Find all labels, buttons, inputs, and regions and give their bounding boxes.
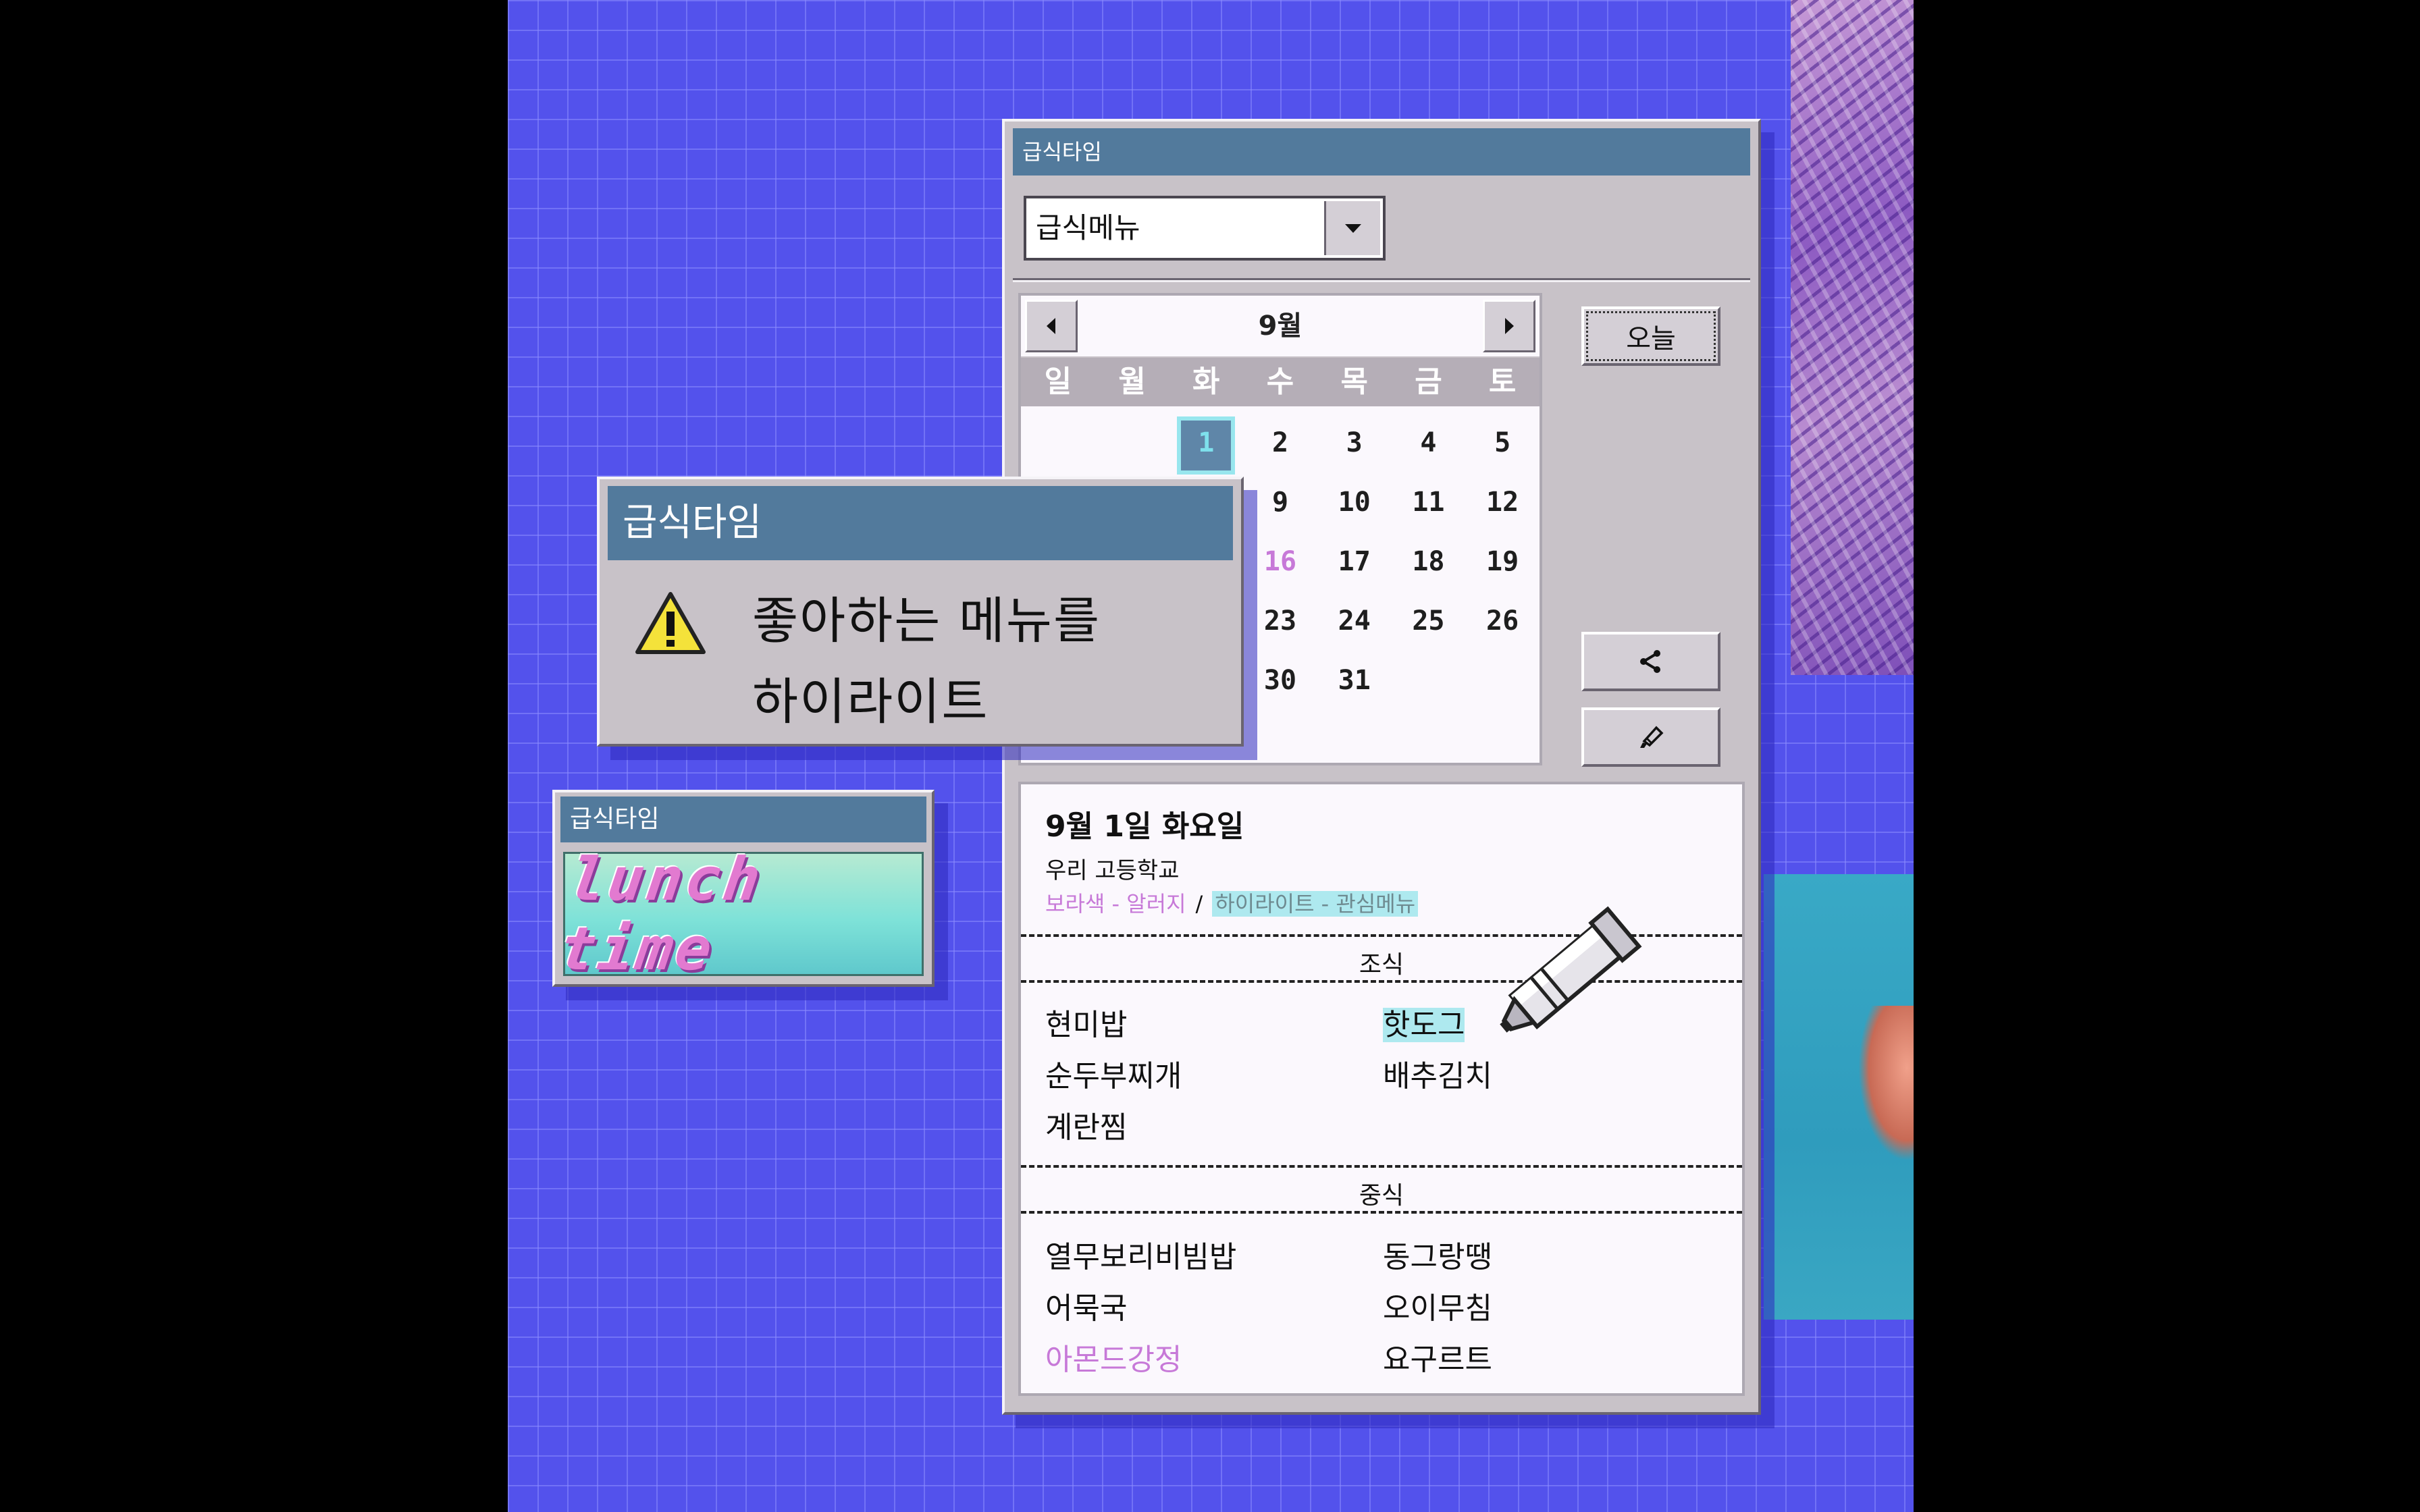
weekday-label: 일 bbox=[1044, 364, 1072, 399]
calendar-day[interactable]: 3 bbox=[1317, 413, 1392, 473]
calendar-day[interactable]: 4 bbox=[1392, 413, 1466, 473]
calendar-day[interactable]: 17 bbox=[1317, 532, 1392, 591]
menu-item[interactable]: 어묵국 bbox=[1045, 1284, 1127, 1327]
prev-month-button[interactable] bbox=[1025, 300, 1078, 352]
menu-item[interactable]: 열무보리비빔밥 bbox=[1045, 1233, 1236, 1276]
warning-icon bbox=[635, 592, 706, 654]
calendar-nav: 9월 bbox=[1021, 296, 1540, 358]
weekday-header: 일 월 화 수 목 금 토 bbox=[1021, 358, 1540, 406]
main-window-titlebar[interactable]: 급식타임 bbox=[1013, 128, 1750, 176]
menu-item[interactable]: 요구르트 bbox=[1383, 1335, 1492, 1378]
calendar-day[interactable]: 10 bbox=[1317, 473, 1392, 532]
menu-item[interactable]: 현미밥 bbox=[1045, 1000, 1127, 1044]
legend-separator: / bbox=[1195, 891, 1203, 917]
menu-item[interactable]: 오이무침 bbox=[1383, 1284, 1492, 1327]
calendar-day[interactable]: 1 bbox=[1169, 413, 1243, 475]
calendar-day[interactable]: 18 bbox=[1392, 532, 1466, 591]
weekday-label: 금 bbox=[1415, 364, 1442, 399]
alert-message-line: 하이라이트 bbox=[752, 673, 989, 731]
highlight-button[interactable] bbox=[1581, 707, 1720, 767]
share-button[interactable] bbox=[1581, 632, 1720, 691]
divider bbox=[1021, 1165, 1742, 1168]
menu-type-value: 급식메뉴 bbox=[1036, 211, 1140, 244]
chevron-down-icon bbox=[1345, 224, 1361, 233]
weekday-label: 토 bbox=[1488, 364, 1517, 399]
highlighter-icon bbox=[1640, 726, 1664, 748]
divider bbox=[1021, 1211, 1742, 1214]
separator bbox=[1013, 278, 1750, 282]
arrow-right-icon bbox=[1505, 318, 1514, 334]
calendar-day[interactable]: 9 bbox=[1243, 473, 1317, 532]
calendar-day[interactable]: 26 bbox=[1465, 591, 1540, 651]
calendar-day[interactable]: 23 bbox=[1243, 591, 1317, 651]
menu-item[interactable]: 순두부찌개 bbox=[1045, 1052, 1182, 1095]
sea-photo bbox=[1764, 874, 1914, 1320]
menu-item[interactable]: 동그랑땡 bbox=[1383, 1233, 1492, 1276]
seashell-image bbox=[1858, 1006, 1914, 1161]
calendar-day-empty bbox=[1465, 651, 1540, 710]
meal-info-panel: 9월 1일 화요일 우리 고등학교 보라색 - 알러지 / 하이라이트 - 관심메뉴… bbox=[1018, 782, 1745, 1396]
menu-item[interactable]: 계란찜 bbox=[1045, 1103, 1127, 1146]
weekday-label: 화 bbox=[1192, 364, 1220, 399]
school-name: 우리 고등학교 bbox=[1045, 857, 1180, 884]
calendar-day[interactable]: 24 bbox=[1317, 591, 1392, 651]
legend-allergy: 보라색 - 알러지 bbox=[1045, 891, 1186, 917]
selected-date: 9월 1일 화요일 bbox=[1045, 809, 1244, 844]
lunch-time-window: 급식타임 lunch time bbox=[552, 790, 935, 987]
calendar-day[interactable]: 31 bbox=[1317, 651, 1392, 710]
dropdown-button[interactable] bbox=[1324, 201, 1380, 255]
calendar-day[interactable]: 2 bbox=[1243, 413, 1317, 473]
calendar-day[interactable]: 5 bbox=[1465, 413, 1540, 473]
calendar-day[interactable]: 16 bbox=[1243, 532, 1317, 591]
menu-item-label: 핫도그 bbox=[1383, 1008, 1465, 1042]
calendar-day[interactable]: 30 bbox=[1243, 651, 1317, 710]
small-window-titlebar[interactable]: 급식타임 bbox=[560, 796, 926, 842]
share-icon bbox=[1640, 650, 1660, 673]
menu-type-select[interactable]: 급식메뉴 bbox=[1024, 196, 1386, 261]
arrow-left-icon bbox=[1047, 318, 1055, 334]
today-button[interactable]: 오늘 bbox=[1581, 306, 1720, 366]
legend-highlight: 하이라이트 - 관심메뉴 bbox=[1212, 891, 1419, 917]
calendar-day[interactable]: 11 bbox=[1392, 473, 1466, 532]
calendar-day-empty bbox=[1095, 413, 1169, 473]
alert-dialog: 급식타임 좋아하는 메뉴를 하이라이트 bbox=[597, 477, 1244, 747]
menu-item-allergy[interactable]: 아몬드강정 bbox=[1045, 1335, 1182, 1378]
weekday-label: 수 bbox=[1266, 364, 1294, 399]
color-legend: 보라색 - 알러지 / 하이라이트 - 관심메뉴 bbox=[1045, 887, 1419, 918]
highlighter-marker-icon bbox=[1500, 906, 1642, 1033]
calendar-day[interactable]: 12 bbox=[1465, 473, 1540, 532]
calendar-day[interactable]: 25 bbox=[1392, 591, 1466, 651]
next-month-button[interactable] bbox=[1483, 300, 1535, 352]
month-label: 9월 bbox=[1258, 310, 1303, 342]
menu-item[interactable]: 배추김치 bbox=[1383, 1052, 1492, 1095]
alert-titlebar[interactable]: 급식타임 bbox=[608, 486, 1233, 560]
lunch-label: 중식 bbox=[1359, 1182, 1404, 1210]
menu-item-highlighted[interactable]: 핫도그 bbox=[1383, 1000, 1465, 1044]
alert-message-line: 좋아하는 메뉴를 bbox=[752, 592, 1101, 650]
calendar-day[interactable]: 19 bbox=[1465, 532, 1540, 591]
palm-leaves-photo bbox=[1791, 0, 1914, 675]
main-window: 급식타임 급식메뉴 9월 일 월 화 수 목 금 토 1 2 3 4 5 9 10 11 12 1… bbox=[1002, 119, 1761, 1415]
calendar-day-empty bbox=[1021, 413, 1095, 473]
weekday-label: 목 bbox=[1340, 364, 1368, 399]
lunch-time-banner: lunch time bbox=[556, 844, 924, 983]
weekday-label: 월 bbox=[1118, 364, 1146, 399]
alert-message: 좋아하는 메뉴를 하이라이트 bbox=[752, 580, 1101, 742]
lunch-time-text: lunch time bbox=[555, 844, 768, 983]
calendar-day-empty bbox=[1392, 651, 1466, 710]
calendar-day-label: 1 bbox=[1177, 416, 1236, 475]
